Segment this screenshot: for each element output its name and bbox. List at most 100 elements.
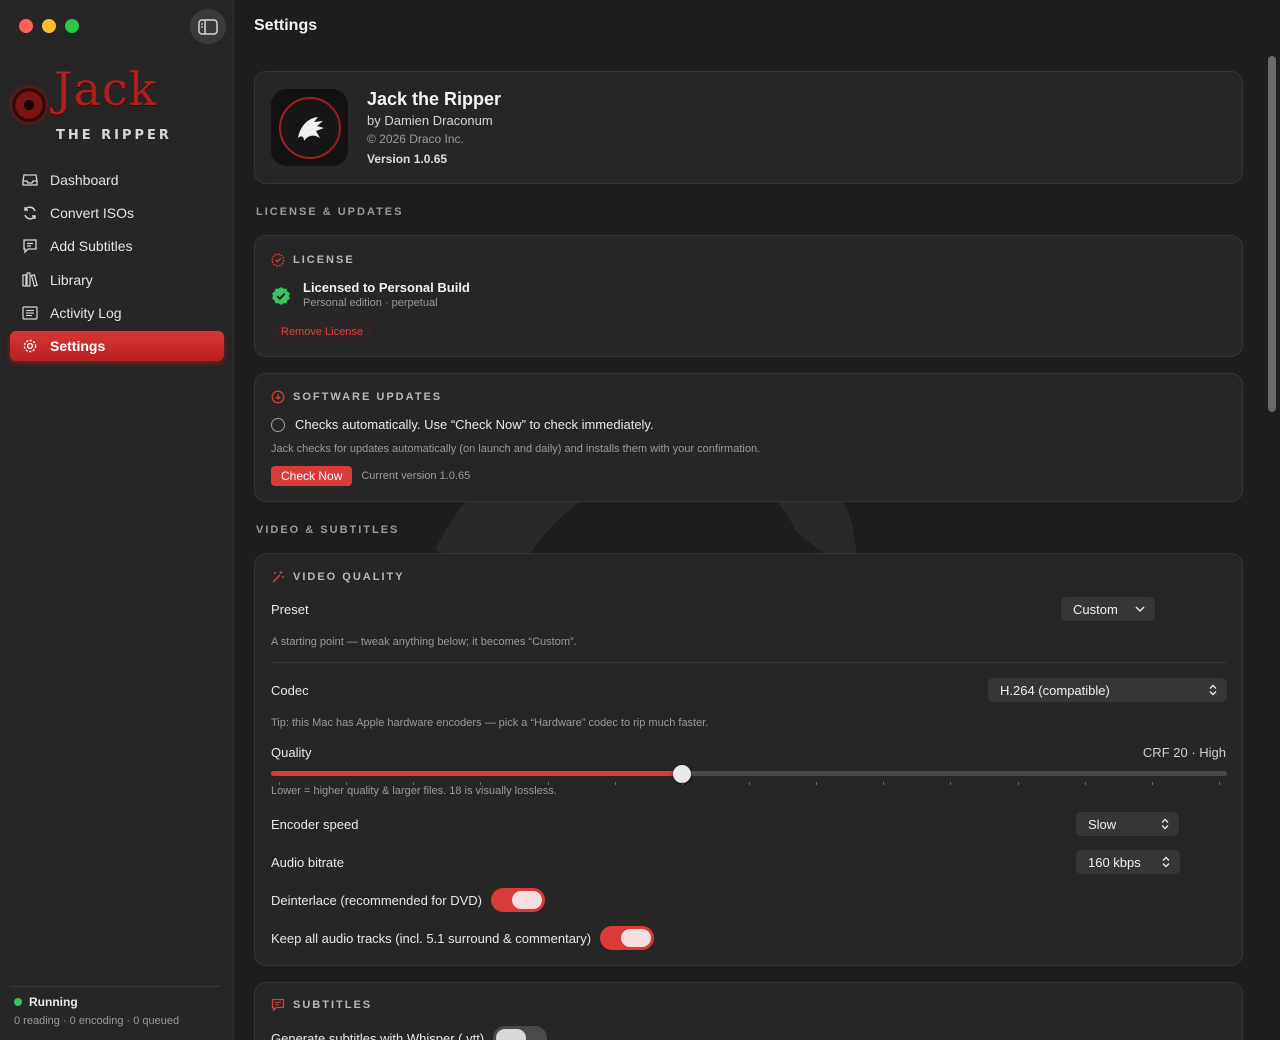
slider-tick — [950, 782, 952, 785]
arrows-rotate-icon — [22, 205, 38, 221]
sidebar-item-dashboard[interactable]: Dashboard — [10, 165, 224, 195]
license-title: Licensed to Personal Build — [303, 280, 470, 295]
app-info-card: Jack the Ripper by Damien Draconum © 202… — [254, 71, 1243, 184]
captions-bubble-icon — [271, 998, 285, 1012]
gear-icon — [22, 338, 38, 354]
updates-header: SOFTWARE UPDATES — [271, 390, 442, 404]
software-updates-card: SOFTWARE UPDATES Checks automatically. U… — [254, 373, 1243, 502]
sidebar-item-convert-isos[interactable]: Convert ISOs — [10, 198, 224, 228]
current-version-text: Current version 1.0.65 — [361, 470, 471, 482]
slider-tick — [1219, 782, 1220, 785]
minimize-window-button[interactable] — [42, 19, 56, 33]
close-window-button[interactable] — [19, 19, 33, 33]
whisper-row: Generate subtitles with Whisper (.vtt) — [271, 1026, 548, 1040]
app-author: by Damien Draconum — [367, 113, 493, 128]
logo-subtitle: THE RIPPER — [56, 128, 172, 143]
section-label-video-subtitles: VIDEO & SUBTITLES — [256, 524, 400, 536]
window-controls — [19, 19, 79, 33]
auto-check-radio[interactable] — [271, 417, 285, 432]
books-icon — [22, 271, 38, 288]
sidebar-nav: Dashboard Convert ISOs Add Subtitles Lib… — [10, 165, 224, 364]
quality-slider-knob[interactable] — [673, 765, 692, 783]
slider-tick — [749, 782, 750, 785]
license-header-label: LICENSE — [293, 254, 355, 266]
video-quality-header-label: VIDEO QUALITY — [293, 571, 405, 583]
audio-bitrate-select[interactable]: 160 kbps — [1076, 850, 1180, 874]
sidebar-item-label: Add Subtitles — [50, 238, 133, 255]
magic-wand-icon — [272, 571, 284, 583]
zoom-window-button[interactable] — [65, 19, 79, 33]
slider-tick — [1084, 782, 1086, 785]
quality-value: CRF 20 · High — [1142, 745, 1226, 760]
app-logo: Jack THE RIPPER — [12, 62, 212, 150]
keep-audio-toggle[interactable] — [600, 926, 655, 950]
updates-description: Jack checks for updates automatically (o… — [271, 443, 761, 455]
vertical-scrollbar[interactable] — [1268, 56, 1276, 412]
app-copyright: © 2026 Draco Inc. — [367, 132, 464, 146]
sidebar-item-label: Settings — [50, 337, 106, 354]
status-panel: Running 0 reading · 0 encoding · 0 queue… — [10, 986, 220, 1027]
license-header: LICENSE — [271, 253, 355, 267]
disc-logo-icon — [12, 88, 46, 122]
sidebar-item-library[interactable]: Library — [10, 265, 224, 295]
video-quality-header: VIDEO QUALITY — [271, 570, 405, 584]
verified-badge-icon — [272, 287, 290, 305]
encoder-speed-select[interactable]: Slow — [1076, 812, 1179, 836]
subtitles-header: SUBTITLES — [271, 998, 372, 1012]
slider-tick — [1151, 782, 1153, 785]
sidebar-item-settings[interactable]: Settings — [10, 330, 224, 361]
chevron-updown-icon — [1209, 684, 1217, 696]
deinterlace-row: Deinterlace (recommended for DVD) — [271, 888, 545, 912]
status-label: Running — [29, 995, 78, 1009]
audio-bitrate-value: 160 kbps — [1088, 854, 1141, 870]
sidebar-item-label: Convert ISOs — [50, 205, 135, 222]
sidebar-item-add-subtitles[interactable]: Add Subtitles — [10, 231, 224, 261]
encoder-speed-value: Slow — [1088, 816, 1117, 832]
preset-value: Custom — [1073, 601, 1118, 617]
status-detail: 0 reading · 0 encoding · 0 queued — [14, 1015, 180, 1027]
auto-check-radio-row[interactable]: Checks automatically. Use “Check Now” to… — [271, 417, 654, 432]
remove-license-button[interactable]: Remove License — [271, 321, 373, 342]
codec-hint: Tip: this Mac has Apple hardware encoder… — [271, 717, 709, 729]
whisper-toggle[interactable] — [493, 1026, 548, 1040]
slider-tick — [1017, 782, 1019, 785]
sidebar-toggle-button[interactable] — [190, 9, 226, 44]
codec-select[interactable]: H.264 (compatible) — [988, 678, 1227, 702]
sidebar-toggle-icon — [198, 18, 218, 35]
quality-slider[interactable] — [271, 765, 1227, 783]
subtitles-card: SUBTITLES Generate subtitles with Whispe… — [254, 982, 1243, 1040]
list-icon — [22, 305, 38, 321]
app-icon — [271, 89, 348, 166]
divider — [271, 662, 1226, 663]
logo-word: Jack — [54, 62, 158, 116]
download-circle-icon — [271, 390, 285, 404]
sidebar-item-activity-log[interactable]: Activity Log — [10, 298, 224, 328]
sidebar: Jack THE RIPPER Dashboard Convert ISOs A… — [0, 0, 234, 1040]
section-label-license-updates: LICENSE & UPDATES — [256, 206, 404, 218]
preset-label: Preset — [271, 602, 309, 617]
status-dot-icon — [14, 998, 22, 1006]
deinterlace-toggle[interactable] — [490, 888, 545, 912]
page-title: Settings — [254, 17, 318, 34]
codec-value: H.264 (compatible) — [1000, 682, 1110, 698]
license-card: LICENSE Licensed to Personal Build Perso… — [254, 235, 1243, 357]
check-now-button[interactable]: Check Now — [271, 466, 353, 486]
app-name: Jack the Ripper — [367, 89, 502, 109]
chevron-updown-icon — [1161, 818, 1169, 830]
audio-bitrate-label: Audio bitrate — [271, 855, 344, 870]
slider-tick — [816, 782, 818, 785]
license-status: Licensed to Personal Build Personal edit… — [271, 280, 470, 309]
deinterlace-label: Deinterlace (recommended for DVD) — [271, 892, 482, 908]
sidebar-item-label: Dashboard — [50, 172, 119, 188]
codec-label: Codec — [271, 683, 309, 698]
sidebar-item-label: Library — [50, 271, 93, 288]
quality-label: Quality — [271, 745, 312, 760]
keep-audio-row: Keep all audio tracks (incl. 5.1 surroun… — [271, 926, 655, 950]
preset-dropdown[interactable]: Custom — [1061, 597, 1155, 621]
encoder-speed-label: Encoder speed — [271, 817, 359, 832]
tray-icon — [22, 172, 38, 188]
chevron-updown-icon — [1162, 856, 1170, 868]
auto-check-label: Checks automatically. Use “Check Now” to… — [295, 417, 654, 432]
keep-audio-label: Keep all audio tracks (incl. 5.1 surroun… — [271, 930, 592, 946]
seal-check-icon — [271, 253, 285, 267]
